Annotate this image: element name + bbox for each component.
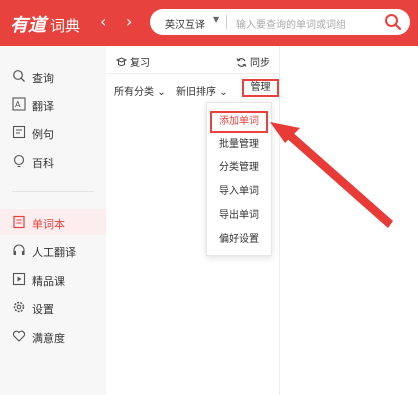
manage-dropdown: 添加单词 批量管理 分类管理 导入单词 导出单词 偏好设置 [206, 102, 272, 256]
sidebar-item-label: 精品课 [32, 275, 65, 288]
sync-label: 同步 [250, 58, 270, 69]
sync-icon [236, 58, 247, 67]
bulb-icon [13, 154, 25, 168]
sidebar-divider [12, 191, 94, 192]
back-arrow-icon[interactable]: ‹ [100, 12, 106, 31]
category-filter[interactable]: 所有分类 ⌄ [114, 83, 166, 98]
sort-filter-label: 新旧排序 [176, 87, 216, 98]
logo-subtitle: 词典 [50, 17, 81, 35]
menu-item-preferences[interactable]: 偏好设置 [207, 229, 271, 251]
review-button[interactable]: 复习 [115, 54, 150, 69]
review-label: 复习 [130, 58, 150, 69]
language-select[interactable]: 英汉互译 [165, 16, 205, 31]
sidebar: 查询 A 翻译 例句 百科 单词本 人工翻译 精品课 设置 满意度 [0, 46, 106, 395]
sidebar-item-label: 查询 [32, 72, 54, 85]
sidebar-item-human-translation[interactable]: 人工翻译 [0, 237, 106, 263]
forward-arrow-icon[interactable]: › [126, 12, 132, 31]
sidebar-item-label: 翻译 [32, 100, 54, 113]
heart-icon [12, 330, 26, 342]
menu-item-batch-manage[interactable]: 批量管理 [207, 134, 271, 156]
chevron-down-icon: ⌄ [157, 87, 166, 98]
svg-text:A: A [15, 100, 21, 109]
sidebar-item-translate[interactable]: A 翻译 [0, 91, 106, 117]
search-icon [13, 70, 25, 82]
sort-filter[interactable]: 新旧排序 ⌄ [176, 83, 228, 98]
sidebar-item-label: 例句 [32, 128, 54, 141]
app-logo: 有道 词典 [10, 11, 80, 37]
sidebar-item-sentence[interactable]: 例句 [0, 119, 106, 145]
search-divider [226, 15, 227, 29]
sidebar-item-satisfaction[interactable]: 满意度 [0, 323, 106, 349]
menu-item-import-words[interactable]: 导入单词 [207, 181, 271, 203]
sidebar-item-wordbook[interactable]: 单词本 [0, 209, 106, 235]
sidebar-item-label: 百科 [32, 157, 54, 170]
menu-item-category-manage[interactable]: 分类管理 [207, 157, 271, 179]
category-filter-label: 所有分类 [114, 87, 154, 98]
title-bar: 有道 词典 ‹ › 英汉互译 ▼ 输入要查询的单词或词组 [0, 0, 418, 46]
headset-icon [13, 244, 25, 255]
menu-item-add-word[interactable]: 添加单词 [210, 111, 268, 133]
sidebar-item-encyclopedia[interactable]: 百科 [0, 148, 106, 174]
sidebar-item-search[interactable]: 查询 [0, 63, 106, 89]
search-icon[interactable] [384, 13, 402, 31]
menu-item-export-words[interactable]: 导出单词 [207, 205, 271, 227]
sidebar-item-label: 单词本 [32, 218, 65, 231]
sidebar-item-settings[interactable]: 设置 [0, 294, 106, 320]
sidebar-item-label: 设置 [32, 303, 54, 316]
sidebar-item-label: 满意度 [32, 332, 65, 345]
review-icon [115, 57, 128, 66]
translate-icon: A [12, 97, 26, 111]
course-icon [12, 272, 26, 286]
sidebar-item-courses[interactable]: 精品课 [0, 266, 106, 292]
sentence-icon [12, 125, 26, 139]
sidebar-item-label: 人工翻译 [32, 246, 76, 259]
logo-text: 有道 [10, 15, 46, 36]
search-input[interactable]: 输入要查询的单词或词组 [236, 16, 346, 31]
gear-icon [13, 301, 25, 313]
filter-bar: 所有分类 ⌄ 新旧排序 ⌄ 管理 [106, 76, 280, 100]
chevron-down-icon: ⌄ [219, 87, 228, 98]
sync-button[interactable]: 同步 [236, 54, 270, 69]
chevron-down-icon[interactable]: ▼ [213, 15, 219, 24]
content-area [281, 46, 418, 395]
wordbook-toolbar: 复习 同步 [106, 46, 280, 74]
manage-button[interactable]: 管理 [242, 79, 279, 97]
search-bar[interactable]: 英汉互译 ▼ 输入要查询的单词或词组 [150, 9, 410, 35]
wordbook-icon [13, 215, 25, 229]
